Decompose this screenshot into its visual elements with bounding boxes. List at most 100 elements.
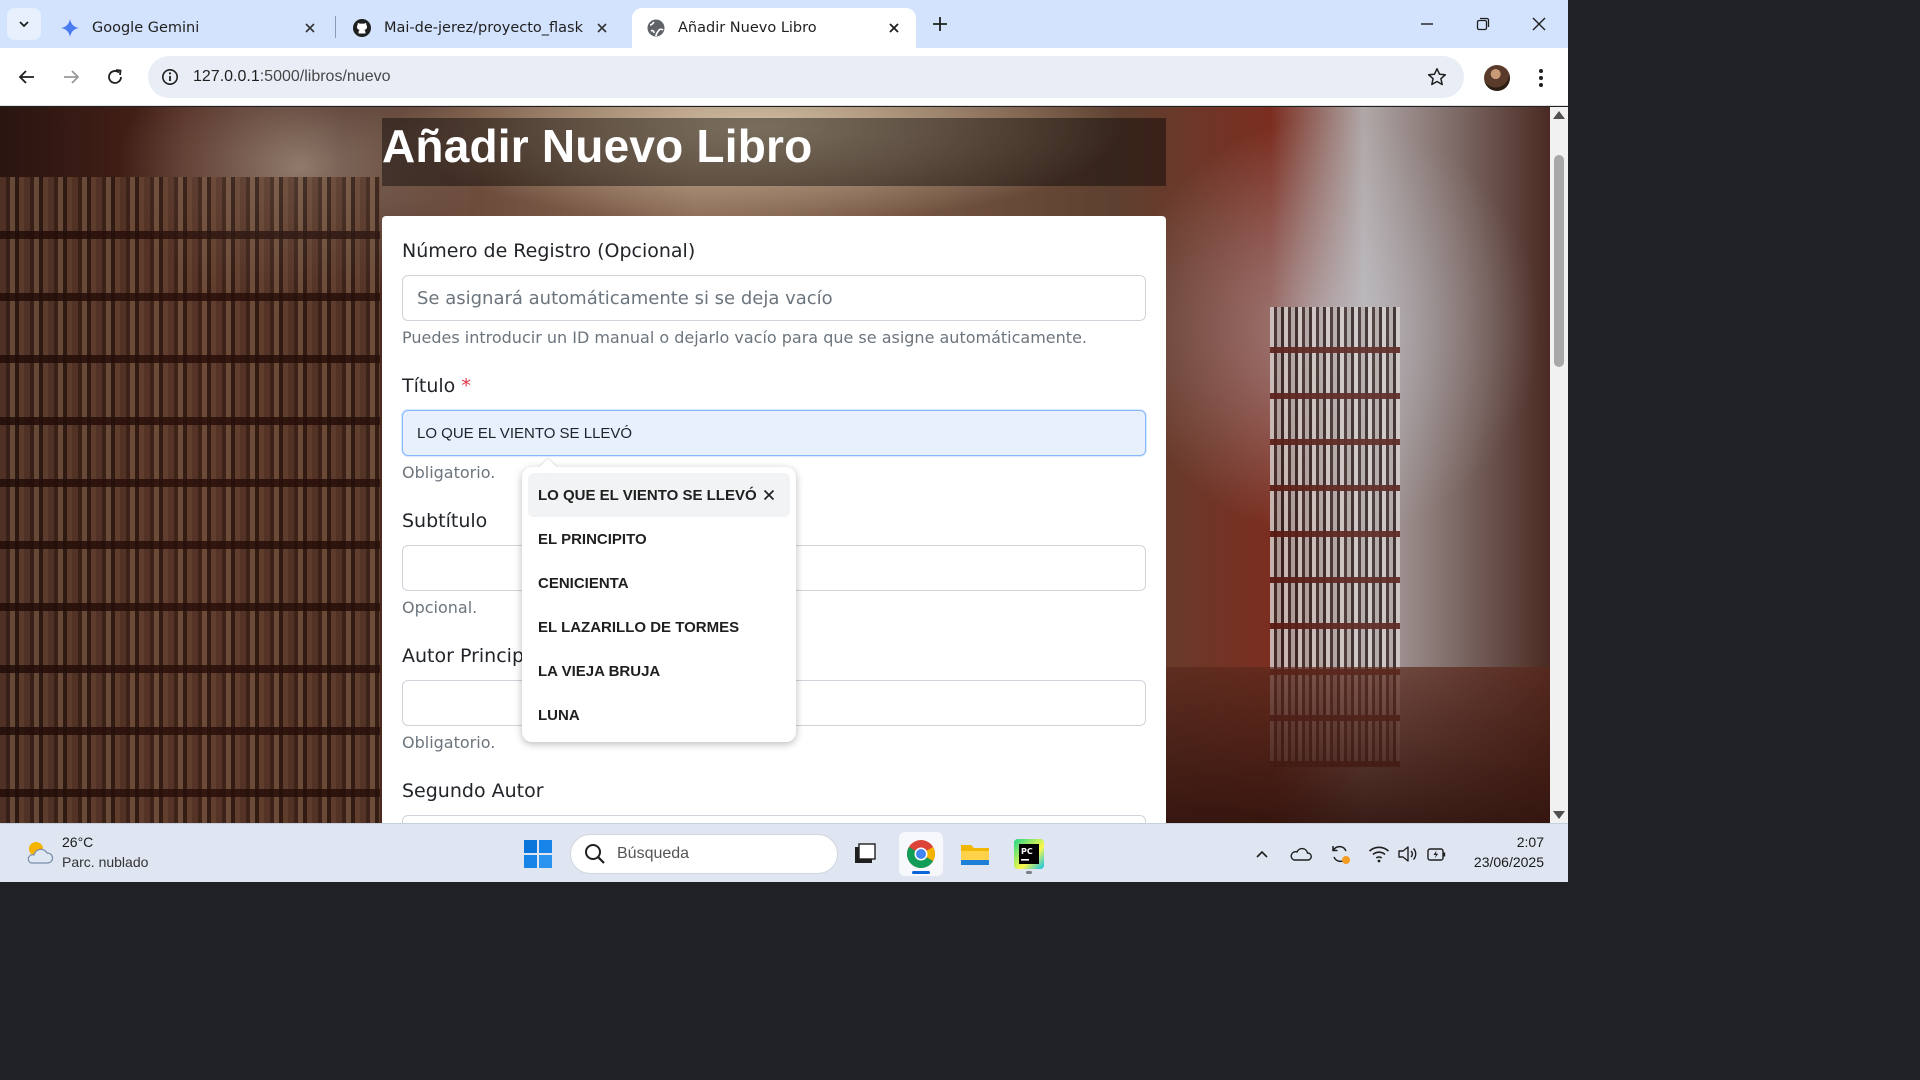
onedrive-cloud-icon[interactable] [1289,842,1313,866]
autocomplete-item[interactable]: EL LAZARILLO DE TORMES [528,605,790,649]
tab-title: Añadir Nuevo Libro [678,20,817,36]
partly-cloudy-icon[interactable] [22,836,56,870]
close-icon[interactable] [300,18,320,38]
segundo-autor-label: Segundo Autor [402,780,544,802]
minimize-button[interactable] [1403,6,1451,42]
close-icon[interactable] [884,18,904,38]
page-viewport: Añadir Nuevo Libro Número de Registro (O… [0,107,1550,823]
background-floor [1160,667,1550,823]
folder-icon [961,845,989,865]
speaker-volume-icon[interactable] [1396,842,1420,866]
svg-text:PC: PC [1021,847,1033,856]
subtitulo-label: Subtítulo [402,510,488,532]
weather-description: Parc. nublado [62,854,149,870]
autor-principal-help-text: Obligatorio. [402,733,496,752]
chevron-down-icon [19,21,29,28]
back-button[interactable] [11,61,43,93]
forward-button[interactable] [55,61,87,93]
autocomplete-item-label: LUNA [538,706,580,724]
reload-button[interactable] [99,61,131,93]
titulo-value: LO QUE EL VIENTO SE LLEVÓ [417,424,633,442]
search-icon [585,844,605,864]
clock-date[interactable]: 23/06/2025 [1474,854,1544,870]
active-app-indicator [912,871,930,874]
arrow-right-icon [64,70,80,84]
taskbar-search-box[interactable]: Búsqueda [570,834,838,874]
sync-update-icon[interactable] [1328,842,1352,866]
tab-title: Google Gemini [92,20,200,36]
url-text: 127.0.0.1:5000/libros/nuevo [193,68,391,86]
remove-suggestion-icon[interactable] [760,486,778,504]
taskbar-pycharm[interactable]: PC [1007,832,1051,876]
autocomplete-item[interactable]: LO QUE EL VIENTO SE LLEVÓ [528,473,790,517]
restore-icon [1476,17,1490,31]
url-path: :5000/libros/nuevo [259,68,391,85]
close-window-button[interactable] [1515,6,1563,42]
tab-separator [335,16,336,38]
taskbar-file-explorer[interactable] [953,832,997,876]
taskbar-search-label: Búsqueda [617,845,690,862]
weather-temperature: 26°C [62,834,94,850]
restore-button[interactable] [1459,6,1507,42]
autocomplete-item[interactable]: CENICIENTA [528,561,790,605]
browser-toolbar: 127.0.0.1:5000/libros/nuevo [0,48,1568,106]
reload-icon [108,69,122,84]
titulo-label-text: Título [402,375,456,397]
autocomplete-item-label: EL LAZARILLO DE TORMES [538,618,740,636]
gemini-icon [60,18,80,38]
required-mark: * [461,375,471,397]
page-scrollbar[interactable] [1550,107,1568,823]
plus-icon [933,17,947,31]
profile-avatar[interactable] [1484,65,1510,91]
registro-input[interactable]: Se asignará automáticamente si se deja v… [402,275,1146,321]
autocomplete-item[interactable]: LA VIEJA BRUJA [528,649,790,693]
tab-github[interactable]: Mai-de-jerez/proyecto_flask [338,8,624,48]
scroll-down-arrow-icon[interactable] [1553,811,1565,819]
autocomplete-dropdown: LO QUE EL VIENTO SE LLEVÓ EL PRINCIPITO … [522,458,796,742]
close-icon [1532,17,1546,31]
scrollbar-thumb[interactable] [1554,155,1564,367]
site-info-icon[interactable] [150,56,190,98]
pycharm-icon: PC [1014,839,1044,869]
kebab-menu-icon [1539,69,1543,87]
tab-active-nuevo-libro[interactable]: Añadir Nuevo Libro [632,8,916,48]
chrome-icon [907,840,935,868]
tab-strip: Google Gemini Mai-de-jerez/proyecto_flas… [0,0,1568,48]
clock-time[interactable]: 2:07 [1517,834,1544,850]
autocomplete-item-label: EL PRINCIPITO [538,530,647,548]
background-bookshelf-left [0,177,380,823]
battery-charging-icon[interactable] [1425,842,1449,866]
registro-label: Número de Registro (Opcional) [402,240,696,262]
titulo-input[interactable]: LO QUE EL VIENTO SE LLEVÓ [402,410,1146,456]
bookmark-star-icon[interactable] [1426,66,1448,88]
tab-gemini[interactable]: Google Gemini [46,8,332,48]
scroll-up-arrow-icon[interactable] [1553,111,1565,119]
arrow-left-icon [18,70,34,84]
tab-search-button[interactable] [7,8,41,40]
segundo-autor-input[interactable] [402,815,1146,823]
autocomplete-item[interactable]: LUNA [528,693,790,737]
taskbar-task-view[interactable] [843,832,887,876]
autocomplete-item[interactable]: EL PRINCIPITO [528,517,790,561]
autocomplete-item-label: LA VIEJA BRUJA [538,662,661,680]
autor-principal-label: Autor Principal [402,645,541,667]
chevron-up-icon[interactable] [1250,842,1274,866]
close-icon[interactable] [592,18,612,38]
new-tab-button[interactable] [926,10,954,38]
running-app-indicator [1026,871,1032,874]
windows-taskbar: 26°C Parc. nublado Búsqueda PC 2:07 23/0… [0,823,1568,882]
page-title: Añadir Nuevo Libro [382,120,813,172]
titulo-help-text: Obligatorio. [402,463,496,482]
url-host: 127.0.0.1 [193,68,260,85]
wifi-icon[interactable] [1367,842,1391,866]
tab-title: Mai-de-jerez/proyecto_flask [384,20,583,36]
address-bar[interactable]: 127.0.0.1:5000/libros/nuevo [148,56,1464,98]
registro-placeholder: Se asignará automáticamente si se deja v… [417,287,833,309]
titulo-label: Título * [402,375,471,397]
globe-icon [646,18,666,38]
subtitulo-help-text: Opcional. [402,598,478,617]
windows-start-icon[interactable] [522,838,554,870]
task-view-icon [855,843,876,863]
browser-menu-button[interactable] [1528,63,1554,93]
taskbar-chrome[interactable] [899,832,943,876]
